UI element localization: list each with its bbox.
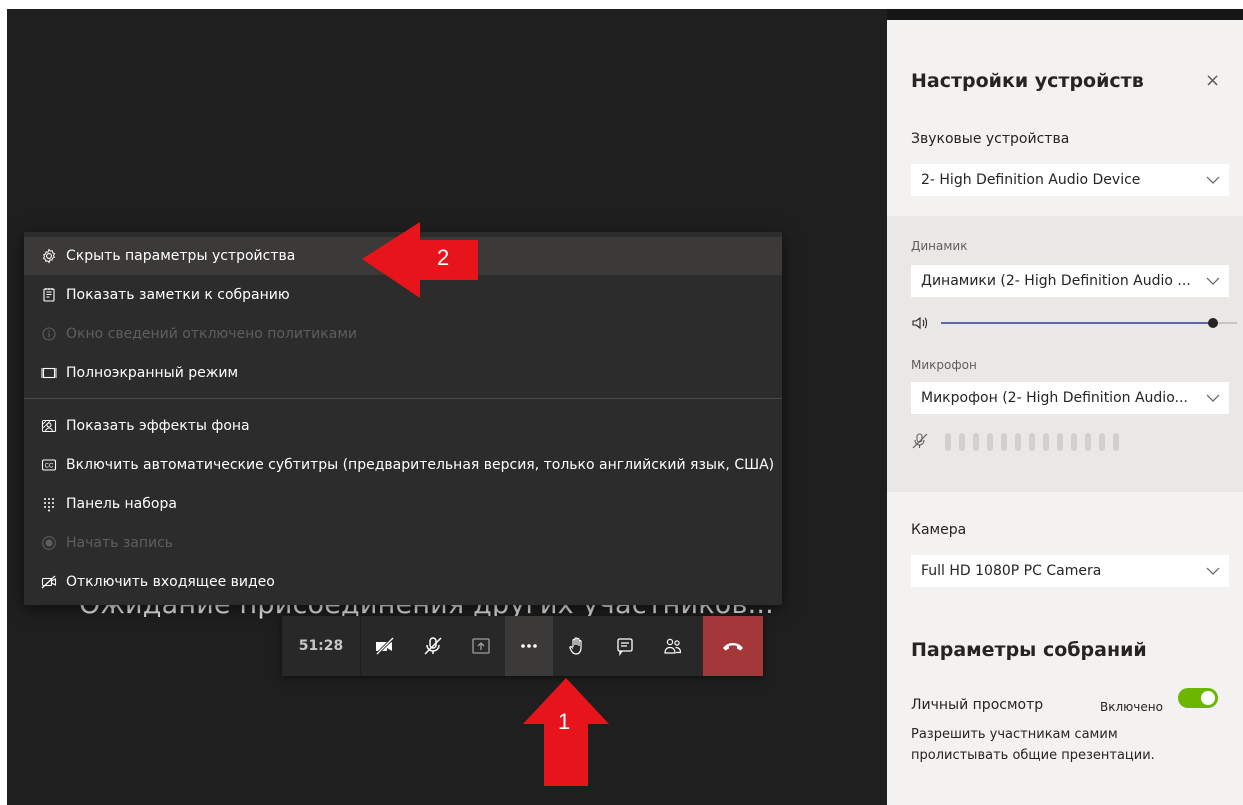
chevron-down-icon: [1197, 277, 1229, 285]
meeting-stage: Ожидание присоединения других участников…: [7, 9, 887, 805]
mic-level-bar: [973, 433, 979, 451]
more-icon: [521, 644, 537, 648]
chevron-down-icon: [1197, 176, 1229, 184]
participants-icon: [664, 638, 682, 654]
menu-item-label: Панель набора: [66, 496, 177, 512]
private-view-description-line1: Разрешить участникам самим: [911, 727, 1118, 742]
dropdown-value: Full HD 1080P PC Camera: [921, 563, 1102, 579]
mic-level-bar: [1001, 433, 1007, 451]
menu-item-dialpad[interactable]: Панель набора: [24, 485, 782, 523]
mic-level-bar: [945, 433, 951, 451]
chevron-down-icon: [1197, 394, 1229, 402]
microphone-dropdown[interactable]: Микрофон (2- High Definition Audio...: [911, 382, 1229, 414]
mic-level-bar: [1029, 433, 1035, 451]
speaker-volume-icon: [912, 316, 928, 330]
menu-item-label: Окно сведений отключено политиками: [66, 326, 357, 342]
close-icon[interactable]: ×: [1205, 70, 1220, 91]
raise-hand-button[interactable]: [553, 616, 601, 676]
hand-icon: [569, 637, 582, 655]
menu-item-label: Включить автоматические субтитры (предва…: [66, 457, 775, 473]
menu-item-label: Скрыть параметры устройства: [66, 248, 296, 264]
call-timer: 51:28: [282, 616, 361, 676]
panel-top-strip: [887, 9, 1243, 20]
menu-item-label: Показать эффекты фона: [66, 418, 250, 434]
mic-label: Микрофон: [911, 358, 977, 372]
panel-title: Настройки устройств: [911, 70, 1144, 92]
menu-item-label: Начать запись: [66, 535, 174, 551]
annotation-arrow-2: [362, 222, 478, 298]
mic-level-bar: [1015, 433, 1021, 451]
speaker-label: Динамик: [911, 239, 968, 253]
toggle-knob: [1201, 691, 1215, 705]
mic-level-bar: [1085, 433, 1091, 451]
menu-item-start-recording-disabled: Начать запись: [24, 524, 782, 562]
speaker-dropdown[interactable]: Динамики (2- High Definition Audio ...: [911, 265, 1229, 297]
mic-level-bar: [987, 433, 993, 451]
volume-fill: [941, 322, 1214, 324]
mic-level-bar: [1057, 433, 1063, 451]
menu-item-label: Полноэкранный режим: [66, 365, 239, 381]
meeting-settings-title: Параметры собраний: [911, 639, 1147, 661]
menu-item-label: Отключить входящее видео: [66, 574, 275, 590]
dialpad-icon: [41, 496, 57, 512]
svg-text:CC: CC: [45, 464, 54, 470]
device-settings-panel: Настройки устройств × Звуковые устройств…: [887, 20, 1243, 805]
mic-muted-icon: [912, 433, 928, 449]
private-view-label: Личный просмотр: [911, 697, 1044, 713]
record-icon: [41, 535, 57, 551]
camera-off-icon: [375, 636, 395, 656]
chat-icon: [617, 638, 633, 657]
camera-toggle-button[interactable]: [361, 616, 409, 676]
private-view-description-line2: пролистывать общие презентации.: [911, 748, 1155, 763]
menu-item-background-effects[interactable]: Показать эффекты фона: [24, 407, 782, 445]
gear-icon: [41, 248, 57, 264]
dropdown-value: 2- High Definition Audio Device: [921, 172, 1141, 188]
chat-button[interactable]: [601, 616, 649, 676]
private-view-state: Включено: [1100, 700, 1163, 714]
chevron-down-icon: [1197, 567, 1229, 575]
mic-level-bar: [1071, 433, 1077, 451]
fullscreen-icon: [41, 365, 57, 381]
more-actions-button[interactable]: [505, 616, 553, 676]
mic-level-bar: [1113, 433, 1119, 451]
captions-icon: CC: [41, 457, 57, 473]
camera-dropdown[interactable]: Full HD 1080P PC Camera: [911, 555, 1229, 587]
menu-item-info-pane-disabled: Окно сведений отключено политиками: [24, 315, 782, 353]
mic-level-bar: [1099, 433, 1105, 451]
camera-label: Камера: [911, 522, 967, 538]
video-off-icon: [41, 574, 57, 590]
menu-item-label: Показать заметки к собранию: [66, 287, 290, 303]
participants-button[interactable]: [649, 616, 697, 676]
notes-icon: [41, 287, 57, 303]
audio-device-dropdown[interactable]: 2- High Definition Audio Device: [911, 164, 1229, 196]
call-controls-bar: 51:28: [282, 616, 763, 676]
hang-up-button[interactable]: [703, 616, 763, 676]
private-view-toggle[interactable]: [1178, 688, 1218, 708]
dropdown-value: Микрофон (2- High Definition Audio...: [921, 390, 1188, 406]
menu-item-fullscreen[interactable]: Полноэкранный режим: [24, 354, 782, 392]
mic-level-meter: [945, 433, 1119, 451]
annotation-number-2: 2: [437, 245, 450, 270]
info-icon: [41, 326, 57, 342]
dropdown-value: Динамики (2- High Definition Audio ...: [921, 273, 1191, 289]
mic-toggle-button[interactable]: [409, 616, 457, 676]
background-effects-icon: [41, 418, 57, 434]
audio-devices-label: Звуковые устройства: [911, 131, 1070, 147]
menu-divider: [24, 398, 782, 399]
menu-item-turn-off-incoming-video[interactable]: Отключить входящее видео: [24, 563, 782, 601]
mic-level-bar: [959, 433, 965, 451]
speaker-volume-slider[interactable]: [941, 318, 1237, 328]
mic-off-icon: [424, 637, 442, 655]
mic-level-bar: [1043, 433, 1049, 451]
share-screen-button[interactable]: [457, 616, 505, 676]
share-screen-icon: [472, 638, 490, 654]
annotation-number-1: 1: [558, 709, 571, 734]
menu-item-live-captions[interactable]: CC Включить автоматические субтитры (пре…: [24, 446, 782, 484]
hang-up-icon: [723, 643, 743, 651]
